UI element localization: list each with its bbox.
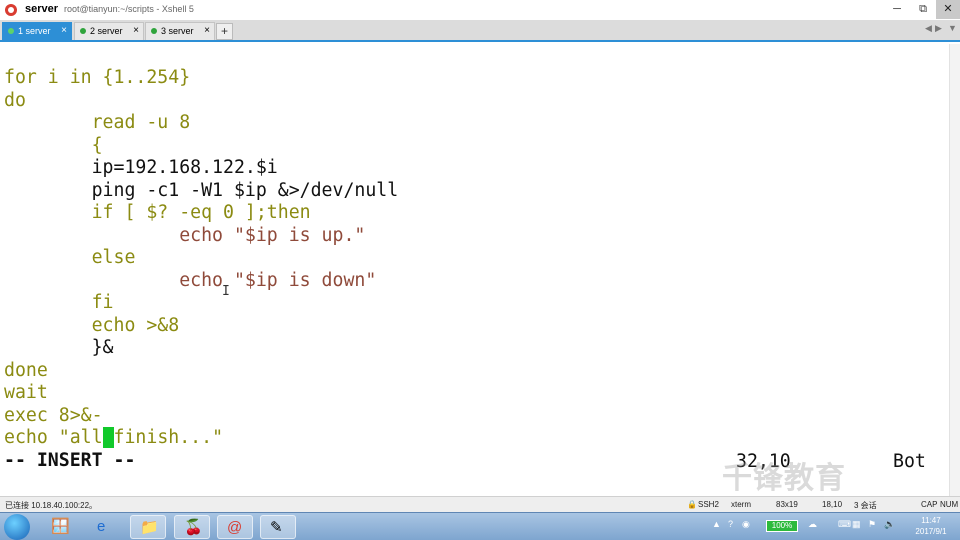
tray-help-icon[interactable]: ? xyxy=(728,519,733,529)
window-path-title: root@tianyun:~/scripts - Xshell 5 xyxy=(64,4,194,14)
terminal-line-15: wait xyxy=(4,382,48,403)
terminal-line-1: for i in {1..254} xyxy=(4,67,191,88)
xshell-taskbar-icon[interactable]: @ xyxy=(217,515,253,539)
terminal-line-11: fi xyxy=(4,292,114,313)
minimize-button[interactable]: ─ xyxy=(884,0,910,19)
watermark-logo: 千锋教育 xyxy=(722,461,846,496)
tab-list-icon[interactable]: ▼ xyxy=(948,23,957,33)
num-lock-status: NUM xyxy=(940,500,959,509)
terminal-size-status: 83x19 xyxy=(776,500,798,509)
text-cursor xyxy=(102,427,114,448)
terminal-scrollbar[interactable] xyxy=(949,44,960,496)
terminal-pane[interactable]: for i in {1..254} do read -u 8 { ip=192.… xyxy=(0,44,960,496)
vim-mode-indicator: -- INSERT -- xyxy=(4,450,136,471)
windows-media-icon[interactable]: 🪟 xyxy=(42,515,78,539)
caps-lock-status: CAP xyxy=(921,500,938,509)
tab-label: 3 server xyxy=(161,26,194,36)
tab-prev-icon[interactable]: ◀ xyxy=(925,23,932,34)
terminal-line-6: ping -c1 -W1 $ip &>/dev/null xyxy=(4,180,399,201)
terminal-line-9: else xyxy=(4,247,136,268)
tab-session-3[interactable]: 3 server × xyxy=(145,22,215,40)
restore-button[interactable]: ⧉ xyxy=(910,0,936,19)
tab-session-2[interactable]: 2 server × xyxy=(74,22,144,40)
close-button[interactable]: ✕ xyxy=(936,0,960,19)
cursor-position-status: 18,10 xyxy=(822,500,843,509)
title-bar: server root@tianyun:~/scripts - Xshell 5… xyxy=(0,0,960,21)
internet-explorer-icon[interactable]: e xyxy=(88,515,124,539)
tab-close-icon[interactable]: × xyxy=(204,23,210,39)
terminal-line-5: ip=192.168.122.$i xyxy=(4,157,278,178)
system-clock[interactable]: 11:47 2017/9/1 xyxy=(908,515,954,537)
connected-status-icon xyxy=(8,28,14,34)
terminal-line-4: { xyxy=(4,135,103,156)
connection-status: 已连接 10.18.40.100:22。 xyxy=(5,501,98,510)
sessions-count-status: 3 会话 xyxy=(854,501,877,510)
cherry-app-icon[interactable]: 🍒 xyxy=(174,515,210,539)
tray-network-icon[interactable]: ▦ xyxy=(852,519,861,530)
mouse-ibeam-icon: I xyxy=(222,284,230,299)
xshell-logo-icon xyxy=(5,4,17,16)
tray-up-arrow-icon[interactable]: ▲ xyxy=(712,519,721,529)
tab-session-1[interactable]: 1 server × xyxy=(2,22,72,40)
clock-date: 2017/9/1 xyxy=(915,527,947,536)
clock-time: 11:47 xyxy=(921,516,941,525)
tray-flag-icon[interactable]: ⚑ xyxy=(868,519,876,530)
tray-shield-icon[interactable]: ◉ xyxy=(742,519,750,530)
tab-close-icon[interactable]: × xyxy=(61,23,67,39)
tray-volume-icon[interactable]: 🔈 xyxy=(884,519,895,530)
windows-taskbar: 🪟 e 📁 🍒 @ ✎ ▲ ? ◉ 100% ☁ ⌨ ▦ ⚑ 🔈 11:47 2… xyxy=(0,512,960,540)
start-button[interactable] xyxy=(4,514,30,540)
terminal-line-14: done xyxy=(4,360,48,381)
tray-keyboard-icon[interactable]: ⌨ xyxy=(838,519,851,530)
terminal-line-10: echo "$ip is down" xyxy=(4,270,377,291)
terminal-line-12: echo >&8 xyxy=(4,315,180,336)
file-explorer-icon[interactable]: 📁 xyxy=(130,515,166,539)
tab-close-icon[interactable]: × xyxy=(133,23,139,39)
tab-next-icon[interactable]: ▶ xyxy=(935,23,942,34)
status-bar: 已连接 10.18.40.100:22。 🔒 SSH2 xterm 83x19 … xyxy=(0,496,960,512)
terminal-line-16: exec 8>&- xyxy=(4,405,103,426)
protocol-status: SSH2 xyxy=(698,500,719,509)
battery-indicator[interactable]: 100% xyxy=(766,520,798,532)
window-session-title: server xyxy=(25,3,59,15)
terminal-line-13: }& xyxy=(4,337,114,358)
tray-app-icon[interactable]: ☁ xyxy=(808,519,817,530)
ssh-lock-icon: 🔒 xyxy=(687,500,697,509)
terminal-line-17: echo "all finish..." xyxy=(4,427,224,448)
session-tab-bar: 1 server × 2 server × 3 server × + ◀ ▶ ▼ xyxy=(0,20,960,42)
terminal-type-status: xterm xyxy=(731,500,751,509)
terminal-line-3: read -u 8 xyxy=(4,112,191,133)
new-tab-button[interactable]: + xyxy=(216,23,233,40)
tab-label: 2 server xyxy=(90,26,123,36)
tab-label: 1 server xyxy=(18,26,51,36)
connected-status-icon xyxy=(151,28,157,34)
connected-status-icon xyxy=(80,28,86,34)
xftp-taskbar-icon[interactable]: ✎ xyxy=(260,515,296,539)
vim-scroll-position: Bot xyxy=(893,451,926,472)
terminal-line-2: do xyxy=(4,90,26,111)
terminal-line-7: if [ $? -eq 0 ];then xyxy=(4,202,311,223)
terminal-line-8: echo "$ip is up." xyxy=(4,225,366,246)
